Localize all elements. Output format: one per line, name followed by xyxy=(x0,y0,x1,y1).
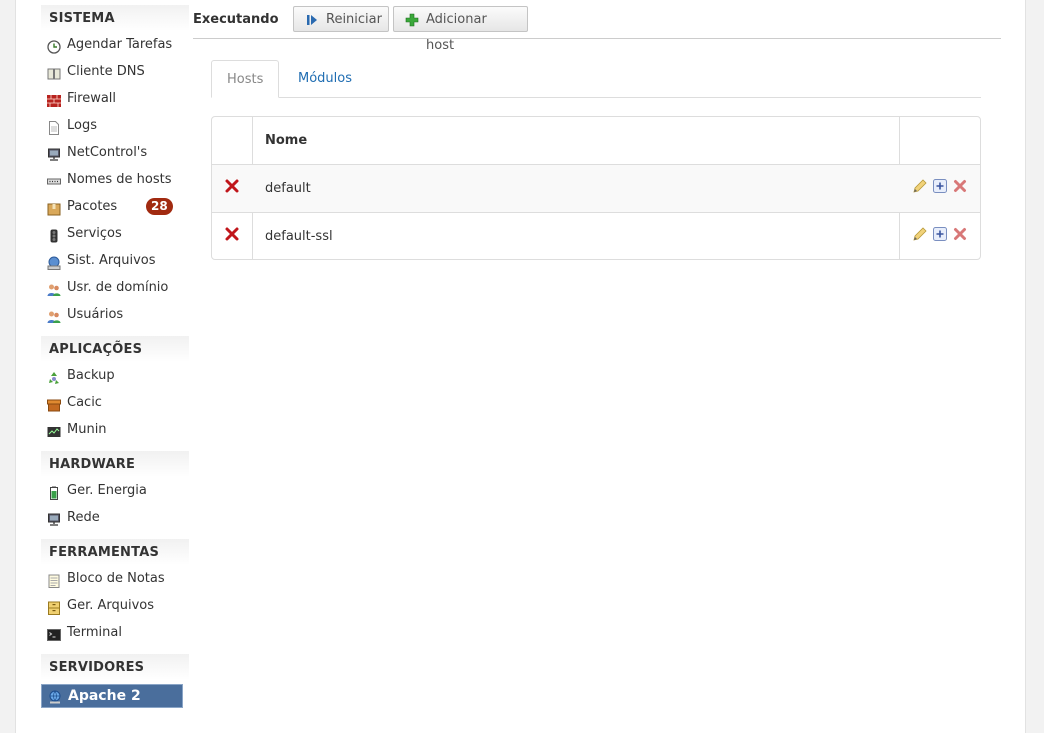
users-icon xyxy=(47,307,61,323)
sidebar-item-ger-energia[interactable]: Ger. Energia xyxy=(41,477,189,504)
sidebar-item-terminal[interactable]: Terminal xyxy=(41,619,189,646)
table-header: Nome xyxy=(212,117,980,164)
edit-pencil-icon[interactable] xyxy=(912,178,928,194)
sidebar-item-label: Usuários xyxy=(67,307,124,322)
sidebar-item-label: Munin xyxy=(67,422,107,437)
package-icon xyxy=(47,199,61,216)
delete-icon[interactable] xyxy=(952,226,968,242)
sidebar-item-firewall[interactable]: Firewall xyxy=(41,85,189,112)
tab-bar: Hosts Módulos xyxy=(211,60,981,98)
sidebar-item-label: Apache 2 xyxy=(68,688,141,704)
sidebar-item-label: Serviços xyxy=(67,226,122,241)
sidebar-section-title: HARDWARE xyxy=(41,451,189,477)
sidebar-item-label: Firewall xyxy=(67,91,117,106)
sidebar-item-pacotes[interactable]: Pacotes 28 xyxy=(41,193,189,220)
sidebar-section-title: SERVIDORES xyxy=(41,654,189,680)
restart-button-label: Reiniciar xyxy=(326,12,382,27)
sidebar-item-netcontrols[interactable]: NetControl's xyxy=(41,139,189,166)
users-icon xyxy=(47,280,61,296)
sidebar-item-label: Ger. Energia xyxy=(67,483,147,498)
sidebar-item-label: Logs xyxy=(67,118,97,133)
sidebar-item-label: Rede xyxy=(67,510,100,525)
sidebar-section-title: FERRAMENTAS xyxy=(41,539,189,565)
add-host-button[interactable]: Adicionar host xyxy=(393,6,528,53)
disable-host-icon[interactable] xyxy=(224,226,240,242)
service-status: Executando xyxy=(193,12,279,27)
sidebar-item-munin[interactable]: Munin xyxy=(41,416,189,443)
sidebar-item-label: Bloco de Notas xyxy=(67,571,165,586)
table-row: default-ssl xyxy=(212,212,980,259)
sidebar-item-backup[interactable]: Backup xyxy=(41,362,189,389)
sidebar-item-label: Nomes de hosts xyxy=(67,172,172,187)
recycle-icon xyxy=(47,368,61,384)
sidebar-item-agendar-tarefas[interactable]: Agendar Tarefas xyxy=(41,31,189,58)
restart-icon xyxy=(304,12,320,28)
sidebar-item-cliente-dns[interactable]: Cliente DNS xyxy=(41,58,189,85)
sidebar-section-title: SISTEMA xyxy=(41,5,189,31)
sidebar-item-usuarios[interactable]: Usuários xyxy=(41,301,189,328)
notepad-icon xyxy=(47,571,61,588)
sidebar-item-ger-arquivos[interactable]: Ger. Arquivos xyxy=(41,592,189,619)
sidebar-item-label: Cacic xyxy=(67,395,102,410)
sidebar-item-cacic[interactable]: Cacic xyxy=(41,389,189,416)
toolbar: Executando Reiniciar Adicionar host xyxy=(193,5,1001,53)
row-actions xyxy=(912,178,972,194)
sidebar-item-label: Ger. Arquivos xyxy=(67,598,155,613)
terminal-icon xyxy=(47,625,61,641)
sidebar-item-rede[interactable]: Rede xyxy=(41,504,189,531)
table-row: default xyxy=(212,164,980,212)
globe-server-icon xyxy=(48,689,62,704)
tab-modulos[interactable]: Módulos xyxy=(283,60,367,98)
count-badge: 28 xyxy=(146,198,173,215)
monitor-graph-icon xyxy=(47,422,61,437)
battery-icon xyxy=(47,483,61,500)
sidebar: SISTEMA Agendar Tarefas Cliente DNS Fire… xyxy=(41,5,189,708)
delete-icon[interactable] xyxy=(952,178,968,194)
sidebar-item-logs[interactable]: Logs xyxy=(41,112,189,139)
restart-button[interactable]: Reiniciar xyxy=(293,6,389,32)
tab-hosts[interactable]: Hosts xyxy=(211,60,280,98)
column-header-nome: Nome xyxy=(265,133,308,148)
sidebar-item-label: NetControl's xyxy=(67,145,148,160)
disable-host-icon[interactable] xyxy=(224,178,240,194)
sidebar-item-label: Agendar Tarefas xyxy=(67,37,173,52)
edit-pencil-icon[interactable] xyxy=(912,226,928,242)
sidebar-item-usr-de-dominio[interactable]: Usr. de domínio xyxy=(41,274,189,301)
network-computer-icon xyxy=(47,510,61,526)
sidebar-item-label: Usr. de domínio xyxy=(67,280,169,295)
add-plus-icon[interactable] xyxy=(932,178,948,194)
brick-wall-icon xyxy=(47,91,61,107)
hosts-table: Nome default default-ssl xyxy=(211,116,981,260)
sidebar-item-sist-arquivos[interactable]: Sist. Arquivos xyxy=(41,247,189,274)
traffic-light-icon xyxy=(47,226,61,243)
sidebar-item-servicos[interactable]: Serviços xyxy=(41,220,189,247)
network-computer-icon xyxy=(47,145,61,161)
plus-icon xyxy=(404,12,420,28)
book-icon xyxy=(47,64,61,80)
host-name: default-ssl xyxy=(265,229,333,244)
sidebar-item-label: Sist. Arquivos xyxy=(67,253,156,268)
sidebar-item-label: Backup xyxy=(67,368,115,383)
sidebar-item-bloco-de-notas[interactable]: Bloco de Notas xyxy=(41,565,189,592)
row-actions xyxy=(912,226,972,242)
network-icon xyxy=(47,172,61,186)
file-cabinet-icon xyxy=(47,598,61,615)
host-name: default xyxy=(265,181,311,196)
sidebar-item-label: Cliente DNS xyxy=(67,64,145,79)
sidebar-item-nomes-de-hosts[interactable]: Nomes de hosts xyxy=(41,166,189,193)
sidebar-item-label: Pacotes xyxy=(67,199,118,214)
add-plus-icon[interactable] xyxy=(932,226,948,242)
sidebar-section-title: APLICAÇÕES xyxy=(41,336,189,362)
clock-icon xyxy=(47,37,61,54)
sidebar-item-label: Terminal xyxy=(67,625,122,640)
box-icon xyxy=(47,395,61,412)
sidebar-item-apache-2[interactable]: Apache 2 xyxy=(41,684,183,708)
document-icon xyxy=(47,118,61,135)
drive-icon xyxy=(47,253,61,270)
